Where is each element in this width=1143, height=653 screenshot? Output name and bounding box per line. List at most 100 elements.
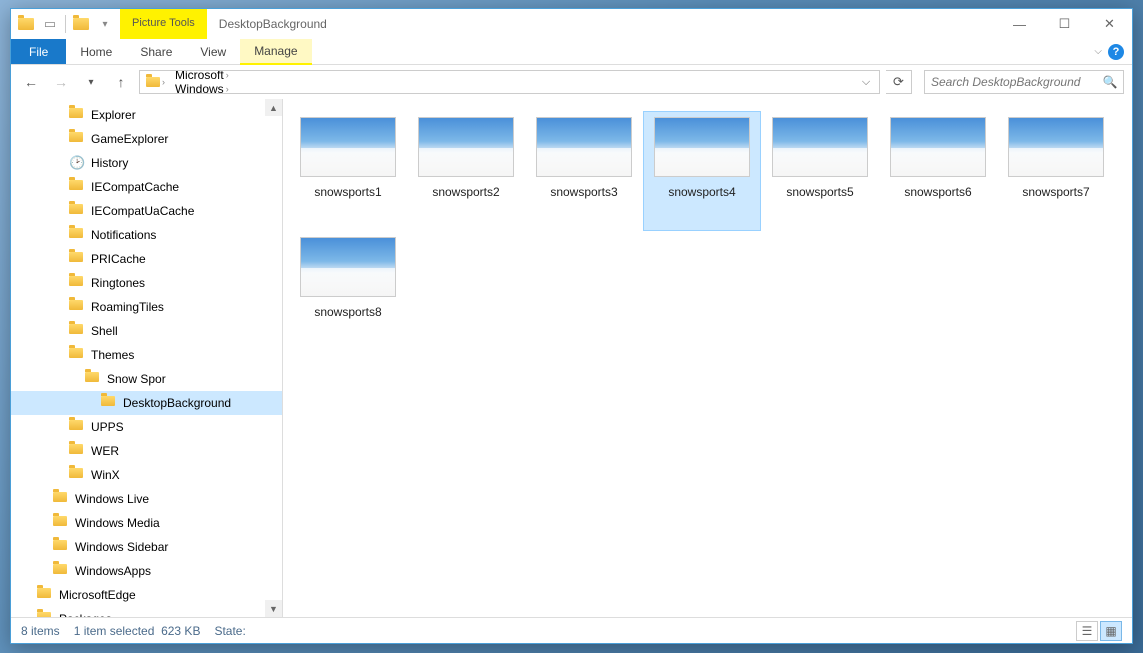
tree-item-iecompatcache[interactable]: IECompatCache [11,175,282,199]
search-icon[interactable]: 🔍 [1097,75,1123,89]
folder-icon [53,563,69,579]
forward-button[interactable]: → [49,70,73,94]
folder-icon [69,347,85,363]
address-bar[interactable]: › winaero›AppData›Local›Microsoft›Window… [139,70,880,94]
content-area[interactable]: snowsports1 snowsports2 snowsports3 snowspo… [283,99,1132,617]
tree-item-microsoftedge[interactable]: MicrosoftEdge [11,583,282,607]
tree-item-upps[interactable]: UPPS [11,415,282,439]
tree-item-windows-media[interactable]: Windows Media [11,511,282,535]
tab-share[interactable]: Share [126,39,186,64]
file-item-snowsports7[interactable]: snowsports7 [997,111,1115,231]
folder-icon [53,491,69,507]
file-item-snowsports2[interactable]: snowsports2 [407,111,525,231]
file-item-snowsports8[interactable]: snowsports8 [289,231,407,351]
tree-item-explorer[interactable]: Explorer [11,103,282,127]
back-button[interactable]: ← [19,70,43,94]
file-item-snowsports6[interactable]: snowsports6 [879,111,997,231]
title-bar: ▭ ▾ Picture Tools DesktopBackground — ☐ … [11,9,1132,39]
tree-item-packages[interactable]: Packages [11,607,282,617]
tree-item-windowsapps[interactable]: WindowsApps [11,559,282,583]
tree-item-label: Explorer [91,108,136,122]
details-view-button[interactable]: ☰ [1076,621,1098,641]
file-label: snowsports7 [1022,185,1089,199]
navigation-pane[interactable]: ▲ Explorer GameExplorer🕑HistoryIECompatCa… [11,99,283,617]
minimize-button[interactable]: — [997,9,1042,39]
app-icon[interactable] [15,13,37,35]
folder-icon [53,539,69,555]
folder-icon [69,251,85,267]
folder-icon [85,371,101,387]
recent-locations-icon[interactable]: ▾ [79,70,103,94]
navigation-row: ← → ▾ ↑ › winaero›AppData›Local›Microsof… [11,65,1132,99]
folder-icon [69,179,85,195]
file-tab[interactable]: File [11,39,66,64]
picture-tools-header: Picture Tools [120,9,207,39]
tree-item-label: PRICache [91,252,146,266]
tree-item-history[interactable]: 🕑History [11,151,282,175]
tree-item-shell[interactable]: Shell [11,319,282,343]
tree-item-pricache[interactable]: PRICache [11,247,282,271]
up-button[interactable]: ↑ [109,70,133,94]
file-label: snowsports3 [550,185,617,199]
file-item-snowsports3[interactable]: snowsports3 [525,111,643,231]
search-box[interactable]: 🔍 [924,70,1124,94]
tree-item-wer[interactable]: WER [11,439,282,463]
tree-item-label: DesktopBackground [123,396,231,410]
window-controls: — ☐ ✕ [997,9,1132,39]
qat-properties-icon[interactable]: ▭ [39,13,61,35]
tree-item-label: Windows Sidebar [75,540,168,554]
tree-item-roamingtiles[interactable]: RoamingTiles [11,295,282,319]
tree-item-gameexplorer[interactable]: GameExplorer [11,127,282,151]
tree-item-label: UPPS [91,420,124,434]
status-item-count: 8 items [21,624,60,638]
tab-view[interactable]: View [186,39,240,64]
refresh-button[interactable]: ⟳ [886,70,912,94]
file-label: snowsports1 [314,185,381,199]
crumb-windows[interactable]: Windows› [171,82,287,94]
tree-item-ringtones[interactable]: Ringtones [11,271,282,295]
crumb-root-icon[interactable]: › [142,77,171,87]
tree-item-label: Windows Media [75,516,160,530]
tree-item-iecompatuacache[interactable]: IECompatUaCache [11,199,282,223]
folder-icon [69,107,85,123]
tree-item-snow-spor[interactable]: Snow Spor [11,367,282,391]
file-label: snowsports6 [904,185,971,199]
thumbnail-image [654,117,750,177]
tree-item-winx[interactable]: WinX [11,463,282,487]
thumbnail-image [300,117,396,177]
folder-icon [69,227,85,243]
tree-item-themes[interactable]: Themes [11,343,282,367]
folder-icon [69,275,85,291]
tree-item-notifications[interactable]: Notifications [11,223,282,247]
file-label: snowsports5 [786,185,853,199]
file-item-snowsports1[interactable]: snowsports1 [289,111,407,231]
search-input[interactable] [925,75,1097,89]
help-icon[interactable]: ? [1108,44,1124,60]
tab-home[interactable]: Home [66,39,126,64]
tab-manage[interactable]: Manage [240,39,311,65]
qat-new-folder-icon[interactable] [70,13,92,35]
file-item-snowsports4[interactable]: snowsports4 [643,111,761,231]
close-button[interactable]: ✕ [1087,9,1132,39]
folder-icon [69,203,85,219]
scroll-up-icon[interactable]: ▲ [265,99,282,116]
explorer-window: ▭ ▾ Picture Tools DesktopBackground — ☐ … [10,8,1133,644]
address-dropdown-icon[interactable]: ⌵ [855,76,877,89]
tree-item-windows-live[interactable]: Windows Live [11,487,282,511]
expand-ribbon-icon[interactable]: ⌵ [1094,46,1102,57]
maximize-button[interactable]: ☐ [1042,9,1087,39]
folder-icon [37,587,53,603]
scroll-down-icon[interactable]: ▼ [265,600,282,617]
ribbon-tabs: File Home Share View Manage ⌵ ? [11,39,1132,65]
tree-item-windows-sidebar[interactable]: Windows Sidebar [11,535,282,559]
folder-icon [69,323,85,339]
status-selection: 1 item selected 623 KB [74,624,201,638]
crumb-microsoft[interactable]: Microsoft› [171,70,287,82]
chevron-down-icon[interactable]: ▾ [94,13,116,35]
file-item-snowsports5[interactable]: snowsports5 [761,111,879,231]
thumbnails-view-button[interactable]: ▦ [1100,621,1122,641]
tree-item-label: IECompatUaCache [91,204,194,218]
folder-icon [53,515,69,531]
tree-item-desktopbackground[interactable]: DesktopBackground [11,391,282,415]
window-title: DesktopBackground [207,9,997,39]
